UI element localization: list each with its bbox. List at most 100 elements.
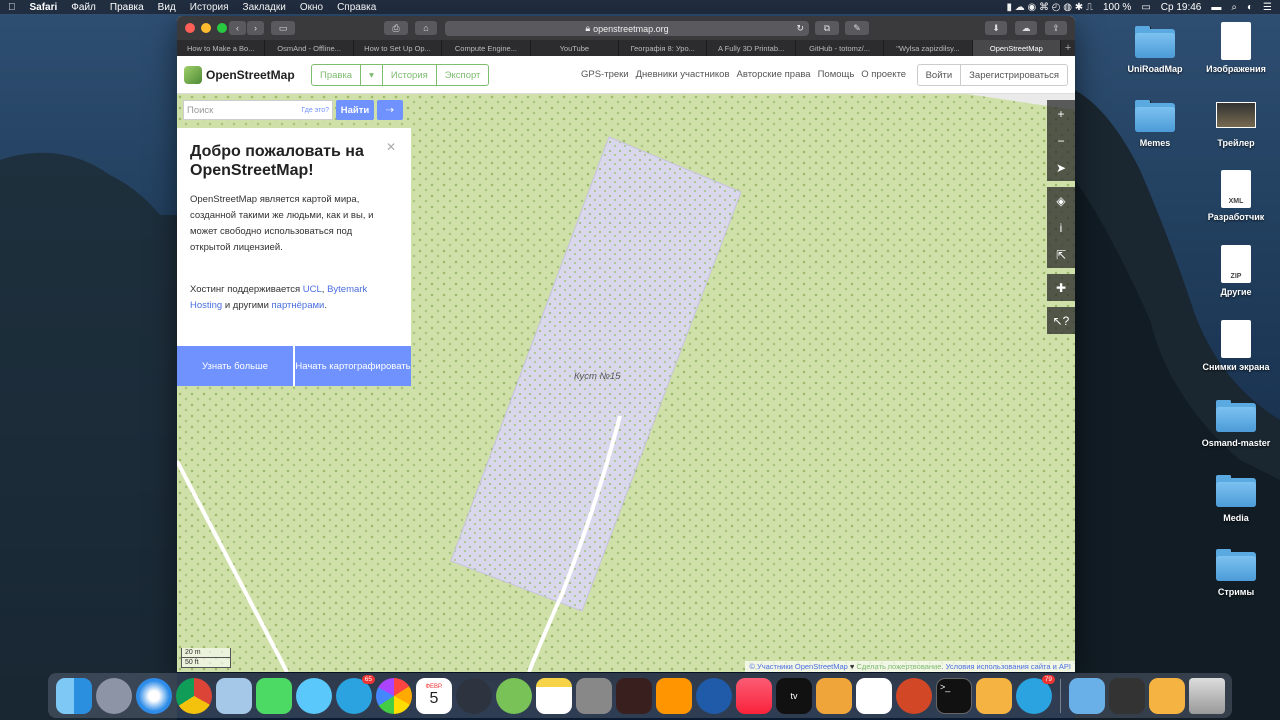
search-input[interactable]: Поиск Где это? xyxy=(183,100,333,120)
desktop-item-screenshots[interactable]: Снимки экрана xyxy=(1196,320,1276,372)
downloads-folder-icon[interactable] xyxy=(1069,677,1105,714)
new-tab-button[interactable]: + xyxy=(1061,40,1075,56)
tab-overview-button[interactable]: ⧉ xyxy=(815,21,839,35)
desktop-item-memes[interactable]: Memes xyxy=(1115,100,1195,148)
export-button[interactable]: Экспорт xyxy=(437,65,489,85)
sidebar-button[interactable]: ▭ xyxy=(271,21,295,35)
cloud-button[interactable]: ☁ xyxy=(1015,21,1037,35)
print-button[interactable]: ⎙ xyxy=(384,21,408,35)
browser-tab[interactable]: GitHub - totomz/... xyxy=(796,40,885,56)
nav-about[interactable]: О проекте xyxy=(861,69,906,80)
calculator-icon[interactable] xyxy=(656,677,692,714)
desktop-item-trailer[interactable]: Трейлер xyxy=(1196,96,1276,148)
browser-tab[interactable]: "Wylsa zapizdilsy... xyxy=(884,40,973,56)
flag-icon[interactable]: ▬ xyxy=(1211,2,1221,13)
mail-icon[interactable] xyxy=(216,677,252,714)
zoom-window-button[interactable] xyxy=(217,23,227,33)
screenshot-stack-icon[interactable] xyxy=(1109,677,1145,714)
search-button[interactable]: Найти xyxy=(336,100,374,120)
recent-app-icon[interactable] xyxy=(1149,677,1185,714)
locate-icon[interactable]: ➤ xyxy=(1047,154,1075,181)
menu-app-name[interactable]: Safari xyxy=(30,2,58,13)
disk-utility-icon[interactable] xyxy=(576,677,612,714)
battery-percent[interactable]: 100 % xyxy=(1103,2,1131,13)
browser-tab[interactable]: Compute Engine... xyxy=(442,40,531,56)
powerpoint-icon[interactable] xyxy=(896,677,932,714)
home-button[interactable]: ⌂ xyxy=(415,21,437,35)
login-button[interactable]: Войти xyxy=(918,65,962,85)
osm-logo[interactable]: OpenStreetMap xyxy=(184,66,295,84)
road[interactable] xyxy=(177,460,289,672)
menu-edit[interactable]: Правка xyxy=(110,2,144,13)
search-icon[interactable]: ⌕ xyxy=(1231,2,1237,13)
desktop-item-uniroadmap[interactable]: UniRoadMap xyxy=(1115,26,1195,74)
zoom-in-icon[interactable]: + xyxy=(1047,100,1075,127)
music-icon[interactable] xyxy=(736,677,772,714)
minimize-window-button[interactable] xyxy=(201,23,211,33)
audio-app-icon[interactable] xyxy=(616,677,652,714)
desktop-item-media[interactable]: Media xyxy=(1196,475,1276,523)
terminal-icon[interactable]: >_ xyxy=(936,677,972,714)
browser-tab[interactable]: A Fully 3D Printab... xyxy=(707,40,796,56)
battery-icon[interactable]: ▭ xyxy=(1141,2,1150,13)
finder-icon[interactable] xyxy=(56,677,92,714)
forward-button[interactable]: › xyxy=(247,21,264,35)
desktop-item-other[interactable]: ZIP Другие xyxy=(1196,245,1276,297)
attribution-contributors-link[interactable]: © Участники OpenStreetMap xyxy=(749,662,847,671)
numbers-icon[interactable] xyxy=(856,677,892,714)
nav-help[interactable]: Помощь xyxy=(818,69,855,80)
map-canvas[interactable]: Куст №15 Поиск Где это? Найти ⇢ ✕ Добро … xyxy=(177,94,1075,672)
siri-icon[interactable]: ◐ xyxy=(1247,2,1253,13)
browser-tab[interactable]: YouTube xyxy=(531,40,620,56)
close-icon[interactable]: ✕ xyxy=(386,140,396,154)
browser-tab[interactable]: How to Set Up Op... xyxy=(354,40,443,56)
edit-dropdown-toggle[interactable]: ▾ xyxy=(361,65,383,85)
davinci-resolve-icon[interactable] xyxy=(456,677,492,714)
browser-tab[interactable]: Географія 8: Уро... xyxy=(619,40,708,56)
zoom-out-icon[interactable]: − xyxy=(1047,127,1075,154)
clock[interactable]: Ср 19:46 xyxy=(1161,2,1202,13)
signup-button[interactable]: Зарегистрироваться xyxy=(961,65,1067,85)
desktop-item-osmand-master[interactable]: Osmand-master xyxy=(1196,400,1276,448)
directions-icon[interactable]: ⇢ xyxy=(377,100,403,120)
address-bar[interactable]: 🔒︎ openstreetmap.org ↻ xyxy=(445,21,809,36)
android-studio-icon[interactable] xyxy=(496,677,532,714)
chrome-icon[interactable] xyxy=(176,677,212,714)
add-note-icon[interactable]: ✚ xyxy=(1047,274,1075,301)
reload-icon[interactable]: ↻ xyxy=(796,23,804,34)
browser-tab[interactable]: OsmAnd - Offline... xyxy=(265,40,354,56)
history-button[interactable]: История xyxy=(383,65,437,85)
control-center-icon[interactable]: ☰ xyxy=(1263,2,1272,13)
telegram-icon[interactable]: 65 xyxy=(336,674,375,714)
back-button[interactable]: ‹ xyxy=(229,21,246,35)
safari-icon[interactable] xyxy=(136,677,172,714)
query-features-icon[interactable]: ↖? xyxy=(1047,307,1075,334)
where-is-this-link[interactable]: Где это? xyxy=(301,107,329,114)
extension-button[interactable]: ✎ xyxy=(845,21,869,35)
donate-link[interactable]: Сделать пожертвование xyxy=(856,662,941,671)
partners-link[interactable]: партнёрами xyxy=(272,300,325,311)
desktop-item-developer[interactable]: XML Разработчик xyxy=(1196,170,1276,222)
facetime-icon[interactable] xyxy=(256,677,292,714)
launchpad-icon[interactable] xyxy=(96,677,132,714)
learn-more-button[interactable]: Узнать больше xyxy=(177,346,293,386)
browser-tab-active[interactable]: OpenStreetMap xyxy=(972,40,1062,56)
nav-gps-traces[interactable]: GPS-треки xyxy=(581,69,629,80)
ucl-link[interactable]: UCL xyxy=(303,284,322,295)
photos-icon[interactable] xyxy=(376,677,412,714)
keynote-icon[interactable] xyxy=(816,677,852,714)
close-window-button[interactable] xyxy=(185,23,195,33)
start-mapping-button[interactable]: Начать картографировать xyxy=(295,346,411,386)
share-button[interactable]: ⇪ xyxy=(1045,21,1067,35)
calendar-icon[interactable]: ФЕВР. 5 xyxy=(416,677,452,714)
download-button[interactable]: ⬇ xyxy=(985,21,1007,35)
trash-icon[interactable] xyxy=(1189,677,1225,714)
sublime-icon[interactable] xyxy=(976,677,1012,714)
desktop-item-images[interactable]: Изображения xyxy=(1196,22,1276,74)
browser-tab[interactable]: How to Make a Bo... xyxy=(177,40,266,56)
menu-file[interactable]: Файл xyxy=(71,2,96,13)
status-icons[interactable]: ▮ ☁ ◉ ⌘ ◴ ◍ ✱ ⎍ xyxy=(1006,2,1093,13)
info-icon[interactable]: i xyxy=(1047,214,1075,241)
quicktime-icon[interactable] xyxy=(696,677,732,714)
terms-link[interactable]: . Условия использования сайта и API xyxy=(941,662,1071,671)
